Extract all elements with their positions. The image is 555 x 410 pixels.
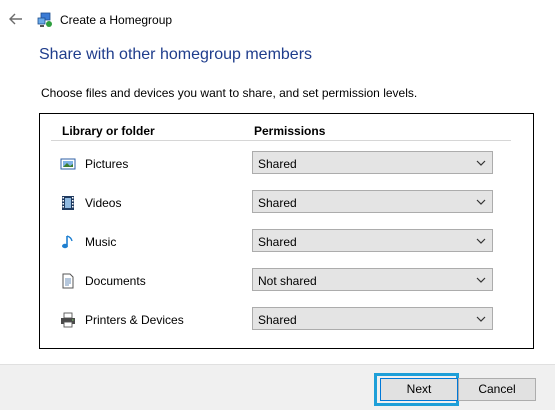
chevron-down-icon: [476, 235, 486, 245]
chevron-down-icon: [476, 274, 486, 284]
column-header-permissions: Permissions: [254, 124, 326, 138]
table-row: Printers & Devices Shared: [40, 307, 535, 333]
dialog-footer: Next Cancel: [0, 364, 555, 410]
header-divider: [51, 140, 511, 141]
chevron-down-icon: [476, 157, 486, 167]
permission-value: Shared: [258, 235, 297, 249]
instructions-text: Choose files and devices you want to sha…: [41, 86, 418, 100]
cancel-button[interactable]: Cancel: [458, 378, 536, 401]
row-label-printers-devices: Printers & Devices: [85, 313, 184, 327]
permission-select-videos[interactable]: Shared: [252, 190, 493, 213]
chevron-down-icon: [476, 313, 486, 323]
permission-value: Shared: [258, 313, 297, 327]
title-bar: Create a Homegroup: [0, 0, 555, 40]
music-icon: [60, 234, 76, 250]
row-label-videos: Videos: [85, 196, 122, 210]
permission-value: Shared: [258, 196, 297, 210]
pictures-icon: [60, 156, 76, 172]
row-label-pictures: Pictures: [85, 157, 129, 171]
next-button[interactable]: Next: [380, 378, 458, 401]
table-row: Pictures Shared: [40, 151, 535, 177]
permission-value: Shared: [258, 157, 297, 171]
permission-select-pictures[interactable]: Shared: [252, 151, 493, 174]
permission-select-printers-devices[interactable]: Shared: [252, 307, 493, 330]
page-heading: Share with other homegroup members: [39, 46, 313, 63]
homegroup-icon: [37, 12, 53, 28]
videos-icon: [60, 195, 76, 211]
row-label-documents: Documents: [85, 274, 146, 288]
back-arrow-icon[interactable]: [8, 11, 24, 27]
table-row: Documents Not shared: [40, 268, 535, 294]
permission-value: Not shared: [258, 274, 317, 288]
table-row: Videos Shared: [40, 190, 535, 216]
window-title: Create a Homegroup: [60, 13, 173, 27]
row-label-music: Music: [85, 235, 117, 249]
documents-icon: [60, 273, 76, 289]
printer-icon: [60, 312, 76, 328]
permission-select-documents[interactable]: Not shared: [252, 268, 493, 291]
table-row: Music Shared: [40, 229, 535, 255]
permission-select-music[interactable]: Shared: [252, 229, 493, 252]
chevron-down-icon: [476, 196, 486, 206]
sharing-table: Library or folder Permissions Pictures S…: [39, 113, 534, 349]
column-header-library: Library or folder: [62, 124, 155, 138]
